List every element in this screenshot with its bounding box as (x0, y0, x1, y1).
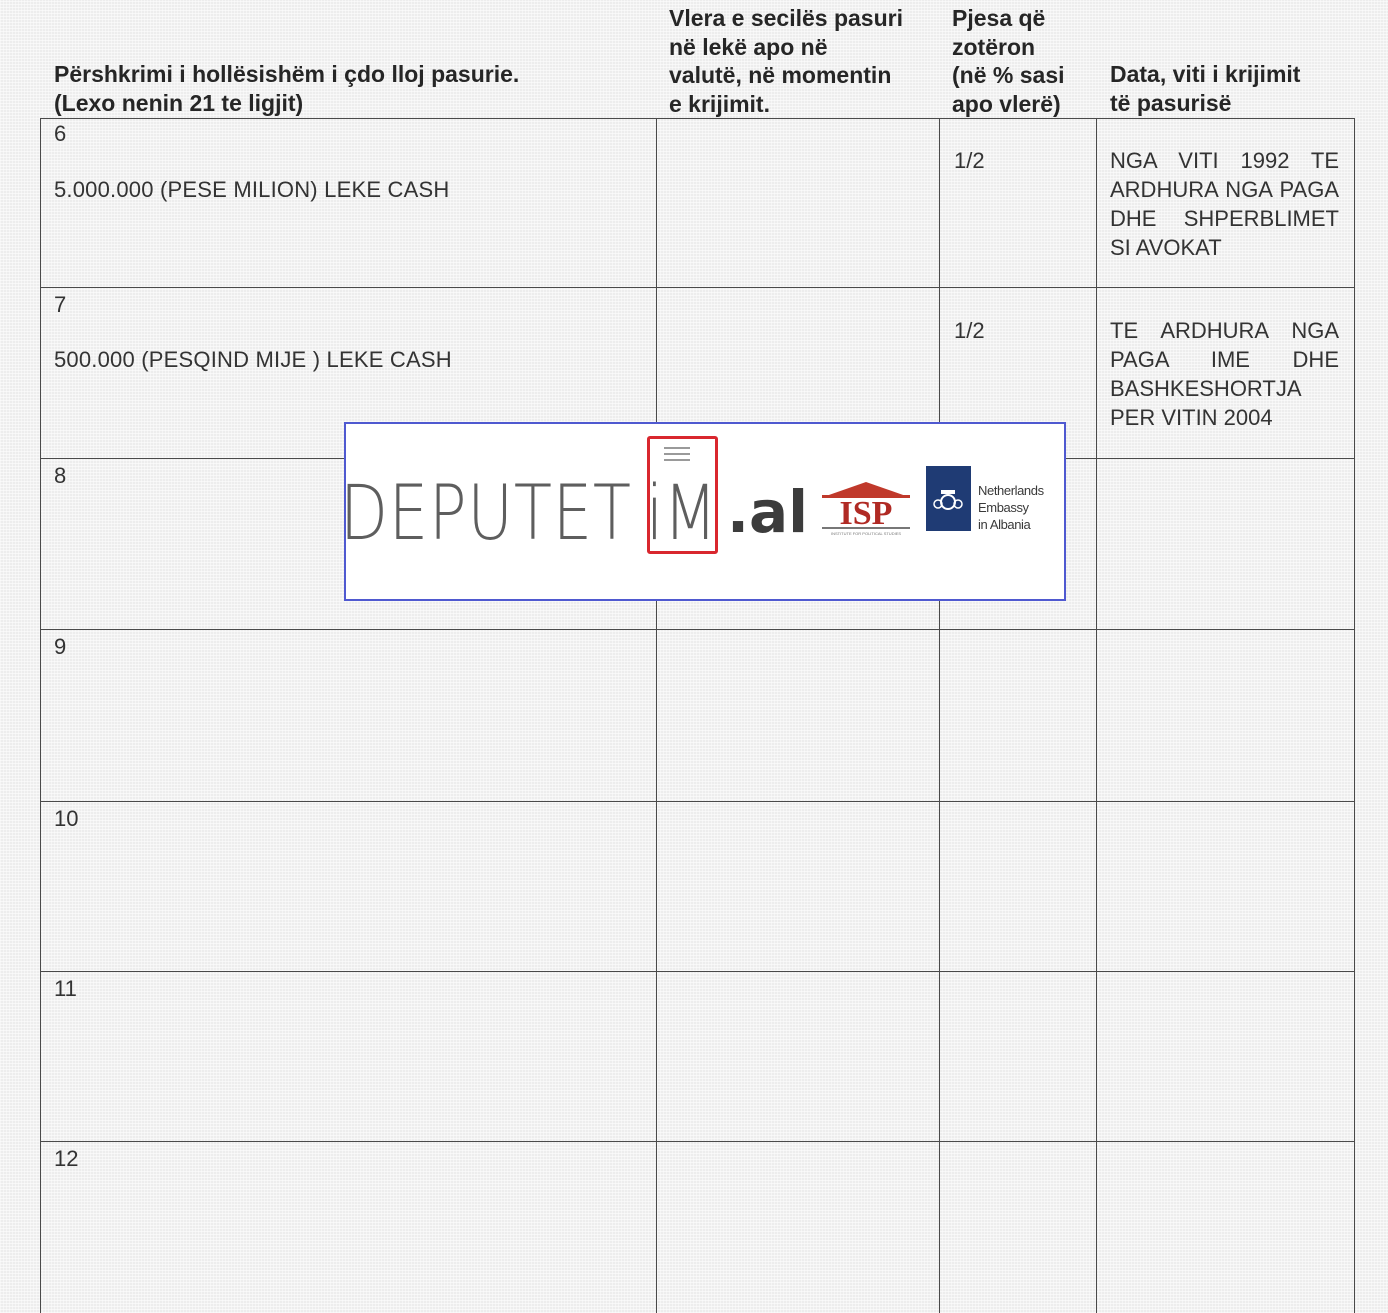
column-divider-1 (656, 118, 657, 1313)
asset-description: 5.000.000 (PESE MILION) LEKE CASH (54, 177, 450, 202)
isp-logo: ISP INSTITUTE FOR POLITICAL STUDIES (816, 474, 916, 544)
deputetim-logo-suffix: .al (727, 478, 809, 546)
row-number: 10 (54, 806, 79, 831)
ownership-share: 1/2 (954, 318, 985, 343)
deputetim-logo-text: DEPUTET (344, 468, 632, 557)
table-border-right (1354, 118, 1355, 1313)
row-divider (40, 971, 1355, 972)
sponsor-banner: DEPUTET iM .al ISP INSTITUTE FOR POLITIC… (344, 422, 1066, 601)
table-border-left (40, 118, 41, 1313)
deputetim-logo-im: iM (646, 468, 718, 557)
column-divider-3 (1096, 118, 1097, 1313)
row-divider (40, 629, 1355, 630)
row-number: 6 (54, 121, 67, 146)
asset-description: 500.000 (PESQIND MIJE ) LEKE CASH (54, 347, 452, 372)
header-share: Pjesa që zotëron (në % sasi apo vlerë) (952, 5, 1065, 117)
declaration-page: Përshkrimi i hollësishëm i çdo lloj pasu… (0, 0, 1388, 1313)
row-number: 11 (54, 976, 77, 1001)
embassy-caption: Netherlands Embassy in Albania (978, 482, 1064, 533)
header-date: Data, viti i krijimit të pasurisë (1110, 61, 1301, 116)
netherlands-embassy-logo (926, 466, 971, 531)
row-number: 12 (54, 1146, 79, 1171)
row-divider (40, 118, 1355, 119)
embassy-line-1: Netherlands (978, 483, 1044, 498)
row-number: 7 (54, 292, 67, 317)
column-divider-2 (939, 118, 940, 1313)
isp-logo-letters: ISP (840, 495, 893, 532)
row-divider (40, 287, 1355, 288)
row-number: 8 (54, 463, 67, 488)
embassy-line-3: in Albania (978, 517, 1031, 532)
header-value: Vlera e secilës pasuri në lekë apo në va… (669, 5, 903, 117)
isp-logo-caption: INSTITUTE FOR POLITICAL STUDIES (831, 531, 901, 536)
creation-date: NGA VITI 1992 TE ARDHURA NGA PAGA DHE SH… (1110, 148, 1339, 260)
row-number: 9 (54, 634, 67, 659)
row-divider (40, 1141, 1355, 1142)
isp-logo-graphic: ISP INSTITUTE FOR POLITICAL STUDIES (822, 482, 910, 536)
ownership-share: 1/2 (954, 148, 985, 173)
coat-of-arms-icon (933, 490, 963, 510)
logo-frame-lines (664, 447, 690, 449)
row-divider (40, 801, 1355, 802)
embassy-line-2: Embassy (978, 500, 1029, 515)
header-description: Përshkrimi i hollësishëm i çdo lloj pasu… (54, 61, 520, 116)
creation-date: TE ARDHURA NGA PAGA IME DHE BASHKESHORTJ… (1110, 318, 1339, 430)
